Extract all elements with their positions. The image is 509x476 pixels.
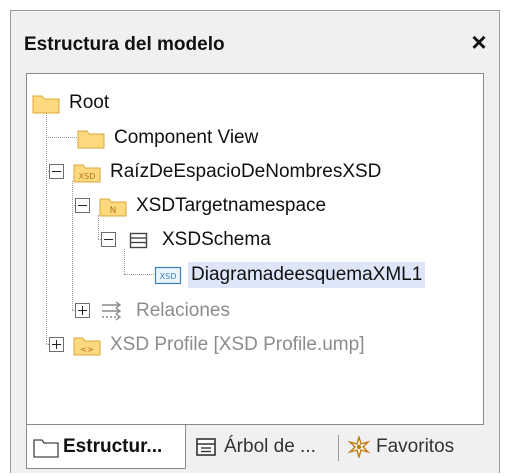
svg-text:XSD: XSD	[160, 272, 177, 281]
tree-node-xsd-profile[interactable]: <> XSD Profile [XSD Profile.ump]	[73, 331, 367, 359]
folder-tab-icon	[33, 435, 59, 459]
svg-text:N: N	[110, 206, 117, 216]
tree-node-label: XSDSchema	[162, 229, 271, 250]
xsd-diagram-icon: XSD	[154, 263, 182, 287]
collapse-toggle[interactable]	[101, 232, 116, 247]
xsd-package-icon: XSD	[73, 160, 101, 184]
tree-node-xsd-target-namespace[interactable]: N XSDTargetnamespace	[99, 192, 329, 220]
tab-model-tree[interactable]: Estructur...	[26, 425, 186, 469]
tab-label: Estructur...	[63, 435, 163, 457]
panel-frame: Estructura del modelo × Root Component V…	[10, 10, 500, 473]
panel-title-bar: Estructura del modelo ×	[11, 11, 499, 73]
profile-package-icon: <>	[73, 333, 101, 357]
tree-connector	[124, 274, 154, 275]
tree-node-relations[interactable]: Relaciones	[99, 297, 233, 325]
tab-diagram-tree[interactable]: Árbol de ...	[194, 425, 334, 469]
svg-text:XSD: XSD	[79, 172, 96, 181]
namespace-package-icon: N	[99, 194, 127, 218]
tree-node-label: Relaciones	[136, 300, 230, 321]
tree-node-label: RaízDeEspacioDeNombresXSD	[110, 161, 382, 182]
tree-connector	[72, 181, 73, 310]
panel-tab-bar: Estructur... Árbol de ... Favoritos	[11, 425, 499, 473]
tree-connector	[46, 110, 47, 344]
tree-node-component-view[interactable]: Component View	[77, 124, 261, 152]
diagram-tree-icon	[194, 435, 220, 459]
tab-separator	[338, 435, 339, 461]
collapse-toggle[interactable]	[75, 198, 90, 213]
tree-node-label: XSD Profile [XSD Profile.ump]	[110, 334, 365, 355]
collapse-toggle[interactable]	[49, 164, 64, 179]
tree-node-xsd-schema[interactable]: XSDSchema	[125, 226, 274, 254]
favorites-icon	[346, 435, 372, 459]
panel-title: Estructura del modelo	[24, 34, 225, 55]
folder-icon	[32, 91, 60, 115]
expand-toggle[interactable]	[49, 337, 64, 352]
expand-toggle[interactable]	[75, 303, 90, 318]
close-button[interactable]: ×	[465, 27, 493, 57]
relations-icon	[99, 299, 127, 323]
tree-node-xsd-namespace-root[interactable]: XSD RaízDeEspacioDeNombresXSD	[73, 158, 384, 186]
model-tree-panel: Estructura del modelo × Root Component V…	[0, 0, 509, 476]
tree-node-xml-schema-diagram[interactable]: XSD DiagramadeesquemaXML1	[154, 261, 426, 289]
tree-node-label: DiagramadeesquemaXML1	[188, 262, 426, 288]
schema-icon	[125, 228, 153, 252]
tree-node-label: Root	[69, 92, 110, 113]
tree-connector	[46, 137, 77, 138]
svg-text:<>: <>	[80, 345, 93, 354]
tree-node-label: Component View	[114, 127, 259, 148]
tab-favorites[interactable]: Favoritos	[346, 425, 486, 469]
tab-label: Árbol de ...	[224, 436, 316, 457]
tab-label: Favoritos	[376, 436, 455, 457]
tree-node-label: XSDTargetnamespace	[136, 195, 327, 216]
model-tree[interactable]: Root Component View XSD RaízDeEspacioDeN…	[26, 73, 484, 425]
folder-icon	[77, 126, 105, 150]
tree-node-root[interactable]: Root	[32, 89, 112, 117]
